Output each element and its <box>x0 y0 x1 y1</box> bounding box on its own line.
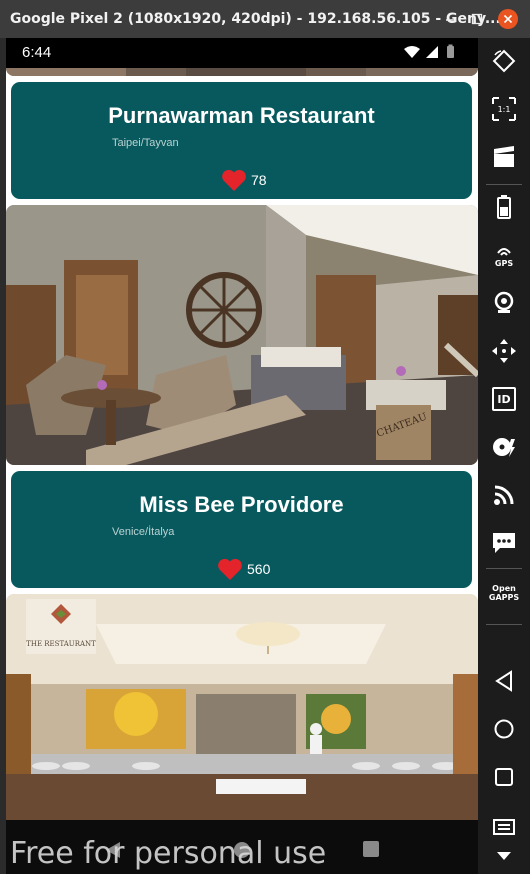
heart-icon[interactable] <box>221 168 247 192</box>
like-count: 78 <box>251 172 267 188</box>
gps-label: GPS <box>494 258 514 268</box>
toolbar-separator <box>486 568 522 569</box>
restaurant-image[interactable]: THE RESTAURANT <box>6 594 478 820</box>
rss-icon[interactable] <box>488 480 520 510</box>
window-title: Google Pixel 2 (1080x1920, 420dpi) - 192… <box>10 11 501 27</box>
restaurant-image-top[interactable] <box>6 68 478 76</box>
id-label: ID <box>497 392 511 406</box>
move-icon[interactable] <box>488 336 520 366</box>
open-gapps-label: Open GAPPS <box>488 584 520 602</box>
open-gapps-icon[interactable]: Open GAPPS <box>488 578 520 608</box>
maximize-icon[interactable] <box>466 8 488 30</box>
restaurant-list[interactable]: Purnawarman Restaurant Taipei/Tayvan 78 <box>6 68 478 820</box>
restaurant-name: Purnawarman Restaurant <box>108 103 375 128</box>
svg-text:1:1: 1:1 <box>498 105 511 114</box>
like-count: 560 <box>247 561 271 577</box>
device-id-icon[interactable]: ID <box>488 384 520 414</box>
restaurant-card[interactable]: Miss Bee Providore Venice/İtalya 560 <box>11 471 472 588</box>
restaurant-image[interactable]: CHATEAU <box>6 205 478 465</box>
pixel-ratio-icon[interactable]: 1:1 <box>488 94 520 124</box>
webcam-icon[interactable] <box>488 288 520 318</box>
restaurant-location: Taipei/Tayvan <box>112 137 179 149</box>
battery-icon <box>447 46 454 58</box>
status-time: 6:44 <box>22 44 52 61</box>
status-icons <box>402 44 462 60</box>
screen-record-icon[interactable] <box>488 142 520 172</box>
restaurant-logo: THE RESTAURANT <box>26 599 96 654</box>
close-icon[interactable] <box>498 9 518 29</box>
restaurant-location: Venice/İtalya <box>112 526 175 538</box>
home-icon[interactable] <box>488 714 520 744</box>
phone-screen: 6:44 Purnawarman Restaurant Taipei/Tayva… <box>6 38 478 874</box>
restaurant-card[interactable]: Purnawarman Restaurant Taipei/Tayvan 78 <box>11 82 472 199</box>
watermark-text: Free for personal use <box>10 836 327 871</box>
toolbar-separator <box>486 184 522 185</box>
scroll-down-icon[interactable] <box>488 844 520 868</box>
restaurant-name: Miss Bee Providore <box>139 492 344 517</box>
wifi-icon <box>404 46 420 58</box>
battery-icon[interactable] <box>488 192 520 222</box>
recents-icon[interactable] <box>362 840 380 862</box>
logo-text: THE RESTAURANT <box>26 640 96 648</box>
signal-icon <box>426 46 438 58</box>
message-icon[interactable] <box>488 528 520 558</box>
window-titlebar: Google Pixel 2 (1080x1920, 420dpi) - 192… <box>0 0 530 38</box>
recents-icon[interactable] <box>488 762 520 792</box>
minimize-icon[interactable] <box>440 8 462 30</box>
status-bar: 6:44 <box>6 38 478 68</box>
disk-icon[interactable] <box>488 432 520 462</box>
heart-icon[interactable] <box>217 557 243 581</box>
gps-icon[interactable]: GPS <box>488 242 520 272</box>
rotate-icon[interactable] <box>488 46 520 76</box>
toolbar-separator <box>486 624 522 625</box>
back-icon[interactable] <box>488 666 520 696</box>
menu-icon[interactable] <box>488 812 520 842</box>
emulator-toolbar: 1:1 GPS ID Open GAPPS <box>478 38 530 874</box>
